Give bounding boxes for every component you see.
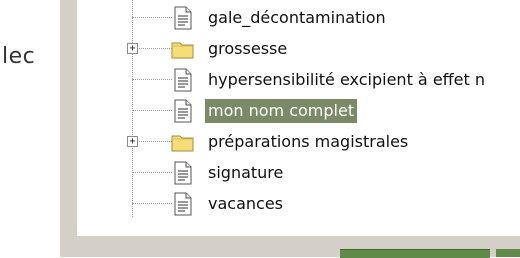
tree-item-label[interactable]: gale_décontamination [205, 6, 389, 30]
tree-item-label[interactable]: grossesse [205, 37, 290, 61]
folder-icon [171, 135, 194, 152]
document-icon [174, 6, 192, 30]
tree-item-mon-nom-complet[interactable]: mon nom complet [77, 95, 520, 126]
document-icon [174, 161, 192, 185]
document-icon [174, 99, 192, 123]
left-panel-label: lec [2, 44, 36, 69]
expand-icon[interactable]: + [127, 136, 138, 147]
panel-border-left [60, 0, 77, 257]
tree-item-preparations-magistrales[interactable]: + préparations magistrales [77, 126, 520, 157]
action-button-partial-2[interactable] [496, 249, 520, 257]
tree-item-signature[interactable]: signature [77, 157, 520, 188]
left-panel: lec [0, 0, 60, 257]
document-icon [174, 68, 192, 92]
folder-icon [171, 42, 194, 59]
tree-item-grossesse[interactable]: + grossesse [77, 33, 520, 64]
tree-item-label[interactable]: préparations magistrales [205, 130, 411, 154]
document-icon [174, 192, 192, 216]
tree-item-hypersensibilite[interactable]: hypersensibilité excipient à effet n [77, 64, 520, 95]
tree-item-label-selected[interactable]: mon nom complet [205, 99, 358, 123]
tree-item-label[interactable]: signature [205, 161, 286, 185]
tree-view[interactable]: gale_décontamination + grossesse hyperse… [77, 0, 520, 236]
expand-icon[interactable]: + [127, 43, 138, 54]
tree-item-label[interactable]: vacances [205, 192, 286, 216]
tree-item-label[interactable]: hypersensibilité excipient à effet n [205, 68, 488, 92]
tree-item-vacances[interactable]: vacances [77, 188, 520, 219]
tree-item-gale-decontamination[interactable]: gale_décontamination [77, 2, 520, 33]
